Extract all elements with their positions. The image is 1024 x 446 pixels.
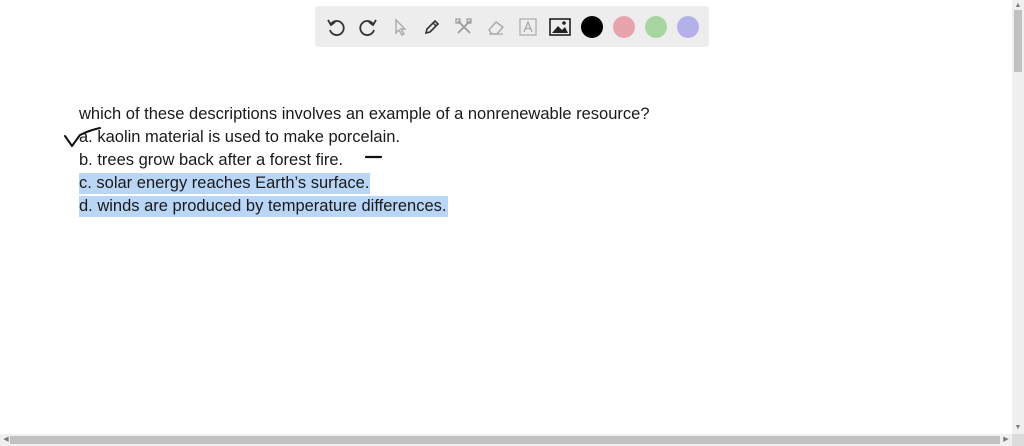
pen-icon[interactable] xyxy=(421,16,443,38)
pointer-icon[interactable] xyxy=(389,16,411,38)
redo-icon[interactable] xyxy=(357,16,379,38)
whiteboard-canvas[interactable]: which of these descriptions involves an … xyxy=(0,0,1012,434)
scrollbar-corner xyxy=(1012,434,1024,446)
checkmark-annotation xyxy=(64,127,101,147)
image-icon[interactable] xyxy=(549,16,571,38)
undo-icon[interactable] xyxy=(325,16,347,38)
option-d: d. winds are produced by temperature dif… xyxy=(79,196,448,217)
color-swatch-green[interactable] xyxy=(645,15,667,38)
drawing-toolbar xyxy=(315,6,709,47)
scroll-right-icon[interactable]: ▶ xyxy=(1000,434,1012,446)
option-d-row: d. winds are produced by temperature dif… xyxy=(79,196,448,217)
option-c: c. solar energy reaches Earth’s surface. xyxy=(79,173,371,194)
scroll-down-icon[interactable]: ▼ xyxy=(1012,422,1024,434)
option-c-row: c. solar energy reaches Earth’s surface. xyxy=(79,173,371,194)
option-a: a. kaolin material is used to make porce… xyxy=(79,128,400,146)
color-swatch-purple[interactable] xyxy=(677,15,699,38)
eraser-icon[interactable] xyxy=(485,16,507,38)
color-swatch-pink[interactable] xyxy=(613,15,635,38)
dash-annotation xyxy=(364,155,383,159)
color-swatch-black[interactable] xyxy=(581,15,603,38)
tools-icon[interactable] xyxy=(453,16,475,38)
text-icon[interactable] xyxy=(517,16,539,38)
question-prompt: which of these descriptions involves an … xyxy=(79,105,650,123)
vertical-scrollbar[interactable]: ▲ ▼ xyxy=(1012,0,1024,434)
horizontal-scroll-thumb[interactable] xyxy=(10,436,1000,444)
vertical-scroll-thumb[interactable] xyxy=(1014,10,1022,72)
horizontal-scrollbar[interactable]: ◀ ▶ xyxy=(0,434,1012,446)
option-b: b. trees grow back after a forest fire. xyxy=(79,151,344,169)
